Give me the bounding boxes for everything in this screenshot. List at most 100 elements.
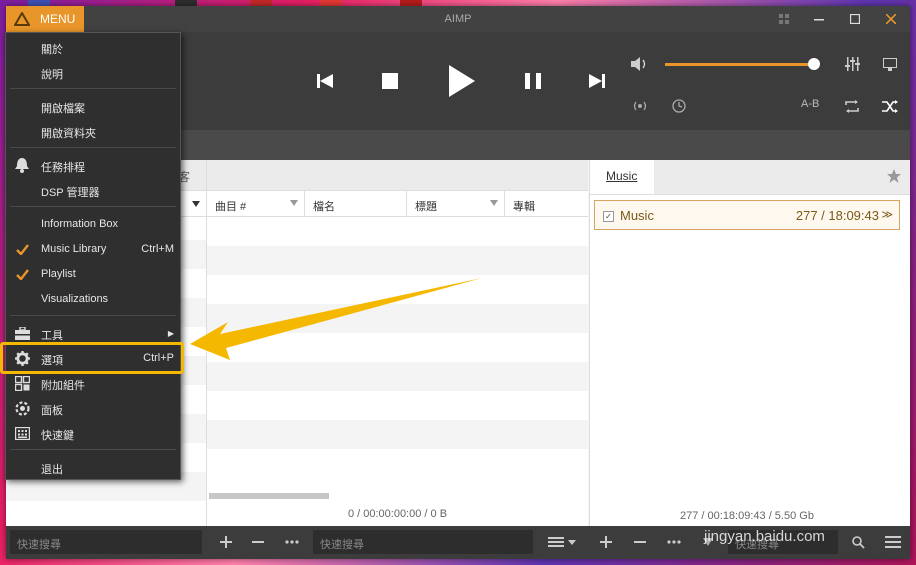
menu-item-label: 工具 [41,330,63,342]
dropdown-arrow-icon[interactable] [192,201,200,207]
grid-icon[interactable] [774,6,794,32]
menu-item-label: 說明 [41,69,63,81]
monitor-icon [883,57,897,71]
menu-item-open-folder[interactable]: 開啟資料夾 [6,119,180,144]
equalizer-button[interactable] [841,52,865,76]
add-button-right[interactable] [596,532,616,552]
table-row[interactable] [207,246,588,275]
search-input-middle[interactable]: 快速搜尋 [313,530,533,554]
table-row[interactable] [207,420,588,449]
menu-item-playlist[interactable]: Playlist [6,262,180,287]
menu-item-plugins[interactable]: 附加組件 [6,371,180,396]
menu-item-help[interactable]: 說明 [6,60,180,85]
menu-separator [10,147,176,148]
filter-icon[interactable] [490,200,498,206]
search-input-left[interactable]: 快速搜尋 [10,530,202,554]
menu-item-label: 開啟資料夾 [41,128,96,140]
toolbox-icon [14,325,30,341]
previous-icon [317,74,333,88]
table-row[interactable] [207,449,588,478]
maximize-button[interactable] [842,6,868,32]
equalizer-icon [845,57,860,71]
plus-icon [220,536,232,548]
column-header-album[interactable]: 專輯 [505,191,588,216]
more-button[interactable] [282,532,302,552]
stop-icon [382,73,398,89]
pause-icon [525,73,541,89]
minus-icon [252,541,264,543]
playlist-name: Music [620,208,654,223]
table-row[interactable] [207,362,588,391]
column-header-filename[interactable]: 檔名 [305,191,407,216]
menu-item-about[interactable]: 關於 [6,35,180,60]
repeat-icon [845,99,859,113]
more-button-right[interactable] [664,532,684,552]
pause-button[interactable] [518,66,548,96]
submenu-arrow-icon: ▶ [167,329,174,338]
sleep-timer-button[interactable] [667,94,691,118]
shuffle-button[interactable] [878,94,902,118]
star-icon[interactable] [887,169,901,183]
volume-slider-track[interactable] [665,63,816,66]
playlist-table-tabs [207,160,588,191]
menu-item-label: Visualizations [41,293,109,305]
remove-button[interactable] [248,532,268,552]
menu-item-dsp[interactable]: DSP 管理器 [6,178,180,203]
playlist-checkbox[interactable]: ✓ [603,211,614,222]
library-panel: Music ✓ Music 277 / 18:09:43 ≫ 277 / 00:… [589,160,910,526]
clock-icon [672,99,686,113]
menu-item-shortcut: Ctrl+M [141,243,174,255]
plugins-grid-icon [14,375,30,391]
horizontal-scrollbar[interactable] [209,493,329,499]
playlist-entry[interactable]: ✓ Music 277 / 18:09:43 ≫ [594,200,900,230]
table-row[interactable] [207,217,588,246]
menu-item-open-file[interactable]: 開啟檔案 [6,94,180,119]
repeat-button[interactable] [840,94,864,118]
title-bar[interactable]: MENU AIMP [6,6,910,32]
next-track-button[interactable] [582,66,612,96]
ellipsis-icon [285,540,299,544]
close-button[interactable] [878,6,904,32]
menu-item-scheduler[interactable]: 任務排程 [6,153,180,178]
search-button[interactable] [848,532,868,552]
volume-slider-handle[interactable] [808,58,820,70]
stop-button[interactable] [375,66,405,96]
filter-icon[interactable] [290,200,298,206]
menu-item-info-box[interactable]: Information Box [6,212,180,237]
main-menu-dropdown: 關於 說明 開啟檔案 開啟資料夾 任務排程 DSP 管理器 Informatio… [5,32,181,480]
previous-track-button[interactable] [310,66,340,96]
minimize-button[interactable] [806,6,832,32]
options-highlight-box [0,342,184,374]
radio-button[interactable] [628,94,652,118]
menu-item-hotkeys[interactable]: 快速鍵 [6,421,180,446]
menu-item-visualizations[interactable]: Visualizations [6,287,180,312]
menu-item-skins[interactable]: 面板 [6,396,180,421]
play-button[interactable] [442,60,482,102]
shuffle-icon [882,99,898,113]
volume-button[interactable] [628,52,652,76]
table-row[interactable] [207,391,588,420]
watermark-url: jingyan.baidu.com [704,528,825,545]
ab-repeat-button[interactable]: A-B [801,98,819,110]
playlist-menu-button[interactable] [544,532,580,552]
column-header-title[interactable]: 標題 [407,191,505,216]
hamburger-menu-button[interactable] [882,532,904,552]
play-icon [449,65,475,97]
menu-lines-icon [548,537,576,547]
expand-icon[interactable]: ≫ [881,208,893,221]
menu-item-exit[interactable]: 退出 [6,455,180,480]
column-header-label: 標題 [415,201,437,213]
add-button[interactable] [216,532,236,552]
skin-icon [14,400,30,416]
menu-item-label: 開啟檔案 [41,103,85,115]
checkmark-icon [14,266,30,282]
display-button[interactable] [878,52,902,76]
menu-item-label: 附加組件 [41,380,85,392]
remove-button-right[interactable] [630,532,650,552]
checkmark-icon [14,241,30,257]
tab-music[interactable]: Music [590,160,654,194]
menu-item-music-library[interactable]: Music Library Ctrl+M [6,237,180,262]
column-header-track[interactable]: 曲目 # [207,191,305,216]
minus-icon [634,541,646,543]
search-icon [851,535,865,549]
